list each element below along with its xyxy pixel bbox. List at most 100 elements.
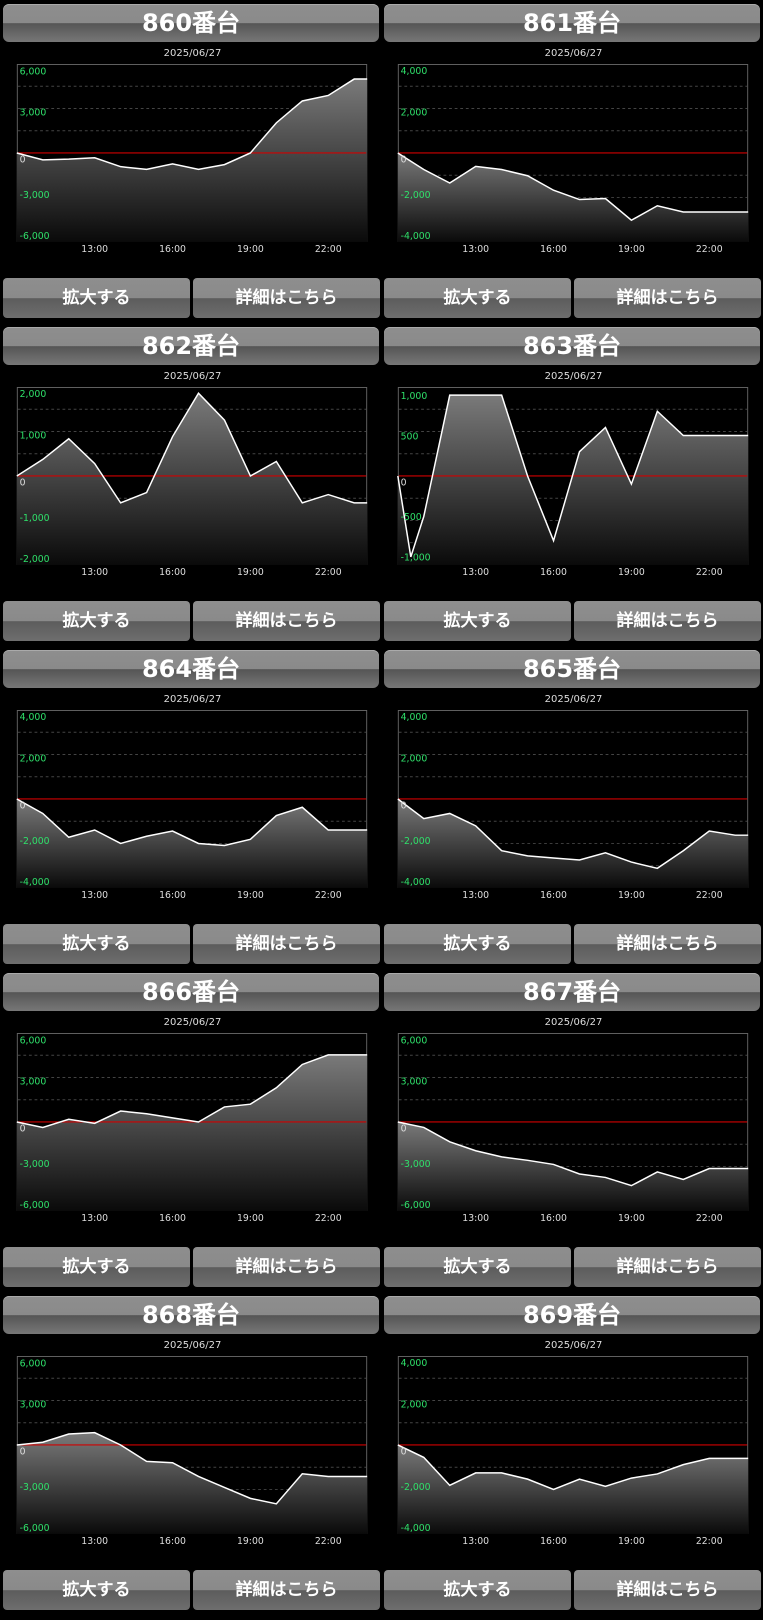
machine-panel: 864番台 2025/06/27 4,000 2,000 -2,000 -4,000 0 13… [0, 646, 381, 969]
x-tick-label: 16:00 [159, 1213, 186, 1224]
y-tick-label: 1,000 [401, 391, 428, 402]
profit-chart[interactable]: 4,000 2,000 -2,000 -4,000 0 13:00 16:00 19:00 22… [385, 1356, 761, 1547]
y-tick-label: 0 [401, 1123, 407, 1134]
profit-chart[interactable]: 6,000 3,000 -3,000 -6,000 0 13:00 16:00 19:00 22… [4, 1356, 380, 1547]
machine-title: 861番台 [384, 4, 760, 42]
x-tick-label: 13:00 [462, 1536, 489, 1547]
y-tick-label: -1,000 [401, 553, 431, 564]
x-tick-label: 19:00 [237, 244, 264, 255]
zoom-button[interactable]: 拡大する [384, 278, 571, 318]
x-tick-label: 13:00 [462, 890, 489, 901]
machine-panel: 863番台 2025/06/27 1,000 500 -500 -1,000 0 13:00 1… [381, 323, 762, 646]
y-tick-label: 0 [20, 477, 26, 488]
machine-panel: 869番台 2025/06/27 4,000 2,000 -2,000 -4,000 0 13… [381, 1292, 762, 1615]
x-tick-label: 19:00 [618, 1536, 645, 1547]
zoom-button[interactable]: 拡大する [3, 924, 190, 964]
machine-title: 868番台 [3, 1296, 379, 1334]
x-tick-label: 19:00 [237, 1536, 264, 1547]
x-tick-label: 16:00 [159, 244, 186, 255]
machine-panel: 868番台 2025/06/27 6,000 3,000 -3,000 -6,000 0 13… [0, 1292, 381, 1615]
detail-button[interactable]: 詳細はこちら [193, 1570, 380, 1610]
x-tick-label: 19:00 [618, 890, 645, 901]
profit-chart[interactable]: 6,000 3,000 -3,000 -6,000 0 13:00 16:00 19:00 22… [385, 1033, 761, 1224]
y-tick-label: -6,000 [401, 1200, 431, 1211]
x-tick-label: 19:00 [237, 1213, 264, 1224]
y-tick-label: -3,000 [20, 1482, 50, 1493]
detail-button[interactable]: 詳細はこちら [193, 601, 380, 641]
y-tick-label: -6,000 [20, 1523, 50, 1534]
zoom-button[interactable]: 拡大する [384, 1247, 571, 1287]
y-tick-label: 3,000 [20, 1077, 47, 1088]
y-tick-label: -3,000 [401, 1159, 431, 1170]
y-tick-label: 500 [401, 431, 419, 442]
detail-button[interactable]: 詳細はこちら [574, 601, 761, 641]
x-tick-label: 22:00 [315, 244, 342, 255]
detail-button[interactable]: 詳細はこちら [193, 1247, 380, 1287]
detail-button[interactable]: 詳細はこちら [574, 1570, 761, 1610]
chart-date: 2025/06/27 [163, 1017, 222, 1028]
detail-button[interactable]: 詳細はこちら [193, 278, 380, 318]
zoom-button[interactable]: 拡大する [384, 1570, 571, 1610]
zoom-button[interactable]: 拡大する [384, 601, 571, 641]
profit-chart[interactable]: 6,000 3,000 -3,000 -6,000 0 13:00 16:00 19:00 22… [4, 1033, 380, 1224]
machine-title: 863番台 [384, 327, 760, 365]
x-tick-label: 13:00 [81, 244, 108, 255]
chart-date: 2025/06/27 [544, 48, 603, 59]
x-tick-label: 19:00 [618, 244, 645, 255]
x-tick-label: 22:00 [696, 1536, 723, 1547]
x-tick-label: 22:00 [696, 890, 723, 901]
y-tick-label: -6,000 [20, 231, 50, 242]
y-tick-label: -4,000 [401, 231, 431, 242]
y-tick-label: 1,000 [20, 430, 47, 441]
x-tick-label: 13:00 [81, 890, 108, 901]
machine-title: 860番台 [3, 4, 379, 42]
detail-button[interactable]: 詳細はこちら [574, 924, 761, 964]
profit-chart[interactable]: 4,000 2,000 -2,000 -4,000 0 13:00 16:00 19:00 22… [385, 64, 761, 255]
detail-button[interactable]: 詳細はこちら [193, 924, 380, 964]
x-tick-label: 22:00 [315, 1213, 342, 1224]
y-tick-label: 6,000 [401, 1036, 428, 1047]
y-tick-label: -3,000 [20, 1159, 50, 1170]
y-tick-label: -1,000 [20, 513, 50, 524]
zoom-button[interactable]: 拡大する [384, 924, 571, 964]
x-tick-label: 16:00 [540, 567, 567, 578]
machine-panel: 866番台 2025/06/27 6,000 3,000 -3,000 -6,000 0 13… [0, 969, 381, 1292]
zoom-button[interactable]: 拡大する [3, 601, 190, 641]
x-tick-label: 22:00 [315, 567, 342, 578]
y-tick-label: 6,000 [20, 67, 47, 78]
x-tick-label: 13:00 [81, 1213, 108, 1224]
x-tick-label: 19:00 [237, 567, 264, 578]
zoom-button[interactable]: 拡大する [3, 1570, 190, 1610]
x-tick-label: 13:00 [462, 244, 489, 255]
profit-chart[interactable]: 4,000 2,000 -2,000 -4,000 0 13:00 16:00 19:00 22… [385, 710, 761, 901]
y-tick-label: 0 [401, 154, 407, 165]
machine-title: 869番台 [384, 1296, 760, 1334]
y-tick-label: -3,000 [20, 190, 50, 201]
machine-panel: 865番台 2025/06/27 4,000 2,000 -2,000 -4,000 0 13… [381, 646, 762, 969]
machine-title: 865番台 [384, 650, 760, 688]
y-tick-label: 0 [401, 477, 407, 488]
zoom-button[interactable]: 拡大する [3, 278, 190, 318]
chart-date: 2025/06/27 [163, 48, 222, 59]
detail-button[interactable]: 詳細はこちら [574, 1247, 761, 1287]
y-tick-label: 4,000 [401, 1358, 428, 1369]
y-tick-label: -2,000 [20, 836, 50, 847]
profit-chart[interactable]: 1,000 500 -500 -1,000 0 13:00 16:00 19:00 22:00 [385, 387, 761, 578]
slot-graph-grid: 860番台 2025/06/27 6,000 3,000 -3,000 -6,000 0 13… [0, 0, 763, 1620]
profit-chart[interactable]: 6,000 3,000 -3,000 -6,000 0 13:00 16:00 19:00 22… [4, 64, 380, 255]
x-tick-label: 16:00 [159, 890, 186, 901]
x-tick-label: 19:00 [237, 890, 264, 901]
machine-title: 862番台 [3, 327, 379, 365]
profit-chart[interactable]: 4,000 2,000 -2,000 -4,000 0 13:00 16:00 19:00 22… [4, 710, 380, 901]
zoom-button[interactable]: 拡大する [3, 1247, 190, 1287]
detail-button[interactable]: 詳細はこちら [574, 278, 761, 318]
profit-chart[interactable]: 2,000 1,000 -1,000 -2,000 0 13:00 16:00 19:00 22… [4, 387, 380, 578]
x-tick-label: 13:00 [81, 1536, 108, 1547]
y-tick-label: -2,000 [401, 1482, 431, 1493]
machine-title: 867番台 [384, 973, 760, 1011]
x-tick-label: 16:00 [540, 890, 567, 901]
x-tick-label: 16:00 [540, 244, 567, 255]
y-tick-label: 6,000 [20, 1036, 47, 1047]
machine-panel: 861番台 2025/06/27 4,000 2,000 -2,000 -4,000 0 13… [381, 0, 762, 323]
x-tick-label: 16:00 [540, 1536, 567, 1547]
